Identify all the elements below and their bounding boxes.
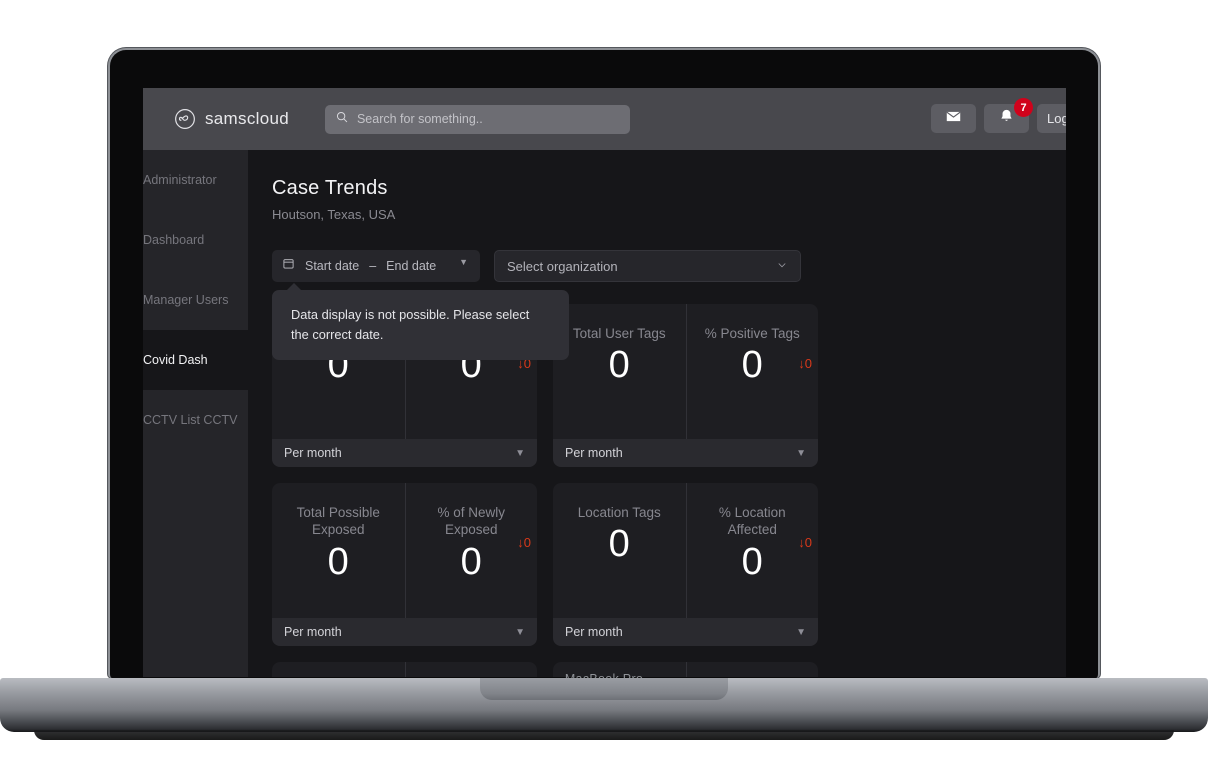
metric-value: 0 — [608, 523, 630, 566]
chevron-down-icon: ▼ — [796, 447, 806, 459]
period-select[interactable]: Per month ▼ — [553, 439, 818, 467]
period-select[interactable]: Per month ▼ — [553, 618, 818, 646]
metric-delta: ↓0 — [798, 535, 812, 550]
stat-card-body: Location Tags 0 % Location Affected 0 ↓0 — [553, 483, 818, 618]
sidebar-item-label: Administrator — [143, 173, 217, 187]
end-date-field[interactable]: End date — [386, 259, 436, 273]
metric-total-possible-exposed: Total Possible Exposed 0 — [272, 483, 405, 618]
date-separator: – — [369, 259, 377, 273]
stat-card: Total User Tags 0 % Positive Tags 0 ↓0 P… — [553, 304, 818, 467]
metric-delta: ↓0 — [517, 535, 531, 550]
chevron-down-icon: ▼ — [796, 626, 806, 638]
search-input[interactable] — [356, 112, 620, 126]
main-content: Case Trends Houtson, Texas, USA Start da… — [248, 150, 1066, 677]
period-select[interactable]: Per month ▼ — [272, 439, 537, 467]
metric-value: 0 — [608, 344, 630, 387]
brand-name: samscloud — [205, 109, 289, 128]
page-subtitle: Houtson, Texas, USA — [272, 207, 396, 222]
sidebar-item-cctv-list[interactable]: CCTV List CCTV — [143, 390, 248, 450]
period-select-value: Per month — [565, 625, 623, 639]
search-box[interactable] — [324, 104, 630, 134]
sidebar-item-label: Dashboard — [143, 233, 205, 247]
stat-card: Location Tags 0 % Location Affected 0 ↓0… — [553, 483, 818, 646]
sidebar-item-label: CCTV List CCTV — [143, 413, 238, 427]
sidebar-item-covid-dash[interactable]: Covid Dash — [143, 330, 248, 390]
metric-label: Total User Tags — [572, 326, 666, 341]
date-warning-tooltip: Data display is not possible. Please sel… — [272, 283, 569, 360]
period-select-value: Per month — [565, 446, 623, 460]
sidebar-item-manager-users[interactable]: Manager Users — [143, 270, 248, 330]
metric-percent-newly-exposed: % of Newly Exposed 0 ↓0 — [404, 483, 538, 618]
date-range-picker[interactable]: Start date – End date ▼ — [272, 250, 480, 282]
metric-total-user-tags: Total User Tags 0 — [553, 304, 686, 439]
sidebar-item-label: Covid Dash — [143, 353, 208, 367]
notifications-button[interactable]: 7 — [984, 98, 1033, 133]
start-date-field[interactable]: Start date — [305, 259, 359, 273]
logout-button[interactable]: Logout — [1037, 104, 1066, 133]
laptop-notch — [480, 678, 728, 700]
top-bar: samscloud Search for something.. 7 Log — [143, 88, 1066, 150]
notification-badge: 7 — [1014, 98, 1033, 117]
metric-location-tags: Location Tags 0 — [553, 483, 686, 618]
laptop-foot — [34, 730, 1174, 740]
period-select[interactable]: Per month ▼ — [272, 618, 537, 646]
brand[interactable]: samscloud — [174, 108, 289, 130]
bell-icon — [998, 108, 1015, 130]
top-bar-actions: 7 Logout — [931, 98, 1066, 133]
period-select-value: Per month — [284, 625, 342, 639]
screenshot-stage: samscloud Search for something.. 7 Log A… — [0, 0, 1208, 768]
page-title: Case Trends — [272, 177, 388, 199]
chevron-down-icon: ▼ — [515, 626, 525, 638]
sidebar-item-administrator[interactable]: Administrator — [143, 150, 248, 210]
calendar-icon — [282, 257, 295, 275]
period-select-value: Per month — [284, 446, 342, 460]
metric-value: 0 — [460, 540, 482, 583]
metric-delta: ↓0 — [798, 356, 812, 371]
app-window: samscloud Search for something.. 7 Log A… — [143, 88, 1066, 677]
filter-bar: Start date – End date ▼ Select organizat… — [272, 250, 1066, 360]
stat-card-body: Total User Tags 0 % Positive Tags 0 ↓0 — [553, 304, 818, 439]
metric-value: 0 — [741, 540, 763, 583]
mail-button[interactable] — [931, 104, 976, 133]
stat-card-body: Total Possible Exposed 0 % of Newly Expo… — [272, 483, 537, 618]
laptop-screen: samscloud Search for something.. 7 Log A… — [143, 88, 1066, 677]
metric-label: % Location Affected — [718, 505, 786, 538]
mail-icon — [945, 108, 962, 130]
metric-label: Location Tags — [577, 505, 661, 520]
chevron-down-icon — [776, 259, 788, 274]
metric-label: Total Possible Exposed — [296, 505, 380, 538]
metric-percent-positive-tags: % Positive Tags 0 ↓0 — [685, 304, 819, 439]
search-icon — [335, 110, 349, 129]
metric-label: % of Newly Exposed — [437, 505, 506, 538]
stat-card-grid: Total Cases 0 % New Cases 0 ↓0 Per month — [272, 304, 1066, 677]
chevron-down-icon[interactable]: ▼ — [459, 257, 468, 267]
sidebar-item-label: Manager Users — [143, 293, 229, 307]
stat-card: Total Possible Exposed 0 % of Newly Expo… — [272, 483, 537, 646]
organization-select[interactable]: Select organization — [494, 250, 801, 282]
metric-value: 0 — [741, 344, 763, 387]
samscloud-logo-icon — [174, 108, 196, 130]
sidebar: Administrator Dashboard Manager Users Co… — [143, 150, 248, 677]
metric-label: % Positive Tags — [704, 326, 800, 341]
sidebar-item-dashboard[interactable]: Dashboard — [143, 210, 248, 270]
organization-select-value: Select organization — [507, 258, 618, 274]
metric-percent-location-affected: % Location Affected 0 ↓0 — [685, 483, 819, 618]
metric-value: 0 — [327, 540, 349, 583]
chevron-down-icon: ▼ — [515, 447, 525, 459]
